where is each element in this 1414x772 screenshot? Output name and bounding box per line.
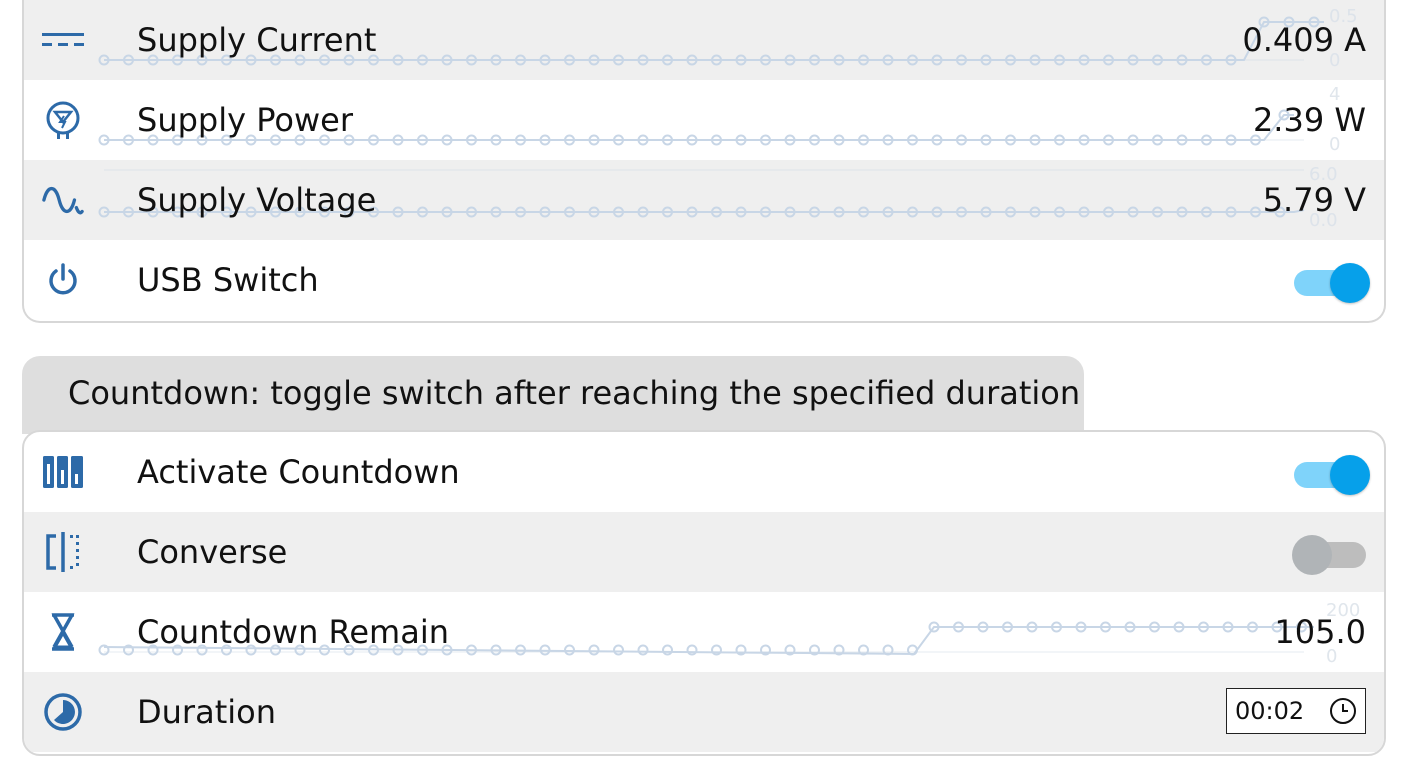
switch-row-converse[interactable]: Converse xyxy=(24,512,1384,592)
sensor-label: Supply Current xyxy=(137,21,377,59)
sensor-row-countdown-remain[interactable]: 200 0 Countdown Remain 105.0 xyxy=(24,592,1384,672)
sensors-card: 0.5 0 Supply Current 0.409 A 4 0 Supply … xyxy=(22,0,1386,323)
timelapse-icon xyxy=(42,692,84,732)
switch-label: Activate Countdown xyxy=(137,453,460,491)
sensor-label: Supply Power xyxy=(137,101,353,139)
input-label: Duration xyxy=(137,693,276,731)
clock-icon[interactable] xyxy=(1329,697,1357,725)
sparkline-point xyxy=(588,644,600,656)
power-icon xyxy=(42,260,84,300)
sensor-value: 2.39 W xyxy=(1252,101,1366,139)
sensor-row-supply-voltage[interactable]: 6.0 0.0 Supply Voltage 5.79 V xyxy=(24,160,1384,240)
sensor-value: 0.409 A xyxy=(1242,21,1366,59)
sparkline-point xyxy=(613,644,624,656)
sensor-row-supply-power[interactable]: 4 0 Supply Power 2.39 W xyxy=(24,80,1384,160)
sensor-value: 5.79 V xyxy=(1262,181,1366,219)
switch-label: Converse xyxy=(137,533,288,571)
switch-row-activate-countdown[interactable]: Activate Countdown xyxy=(24,432,1384,512)
switch-label: USB Switch xyxy=(137,261,319,299)
duration-value: 00:02 xyxy=(1235,697,1305,725)
sensor-label: Countdown Remain xyxy=(137,613,449,651)
sparkline-point xyxy=(637,644,649,656)
duration-time-input[interactable]: 00:02 xyxy=(1226,688,1366,734)
switch-row-usb[interactable]: USB Switch xyxy=(24,240,1384,320)
sensor-value: 105.0 xyxy=(1274,613,1366,651)
countdown-card: Activate Countdown Converse 200 0 Countd… xyxy=(22,430,1386,756)
columns-icon xyxy=(42,452,84,492)
sparkline-point xyxy=(98,644,110,656)
activate-countdown-toggle[interactable] xyxy=(1292,454,1370,495)
sparkline-point xyxy=(662,644,673,656)
countdown-section-header: Countdown: toggle switch after reaching … xyxy=(22,356,1084,434)
sparkline-point xyxy=(686,644,698,656)
sensor-row-supply-current[interactable]: 0.5 0 Supply Current 0.409 A xyxy=(24,0,1384,80)
usb-switch-toggle[interactable] xyxy=(1292,262,1370,303)
input-row-duration[interactable]: Duration 00:02 xyxy=(24,672,1384,752)
compare-icon xyxy=(42,532,84,572)
sensor-label: Supply Voltage xyxy=(137,181,377,219)
converse-toggle[interactable] xyxy=(1292,534,1370,575)
